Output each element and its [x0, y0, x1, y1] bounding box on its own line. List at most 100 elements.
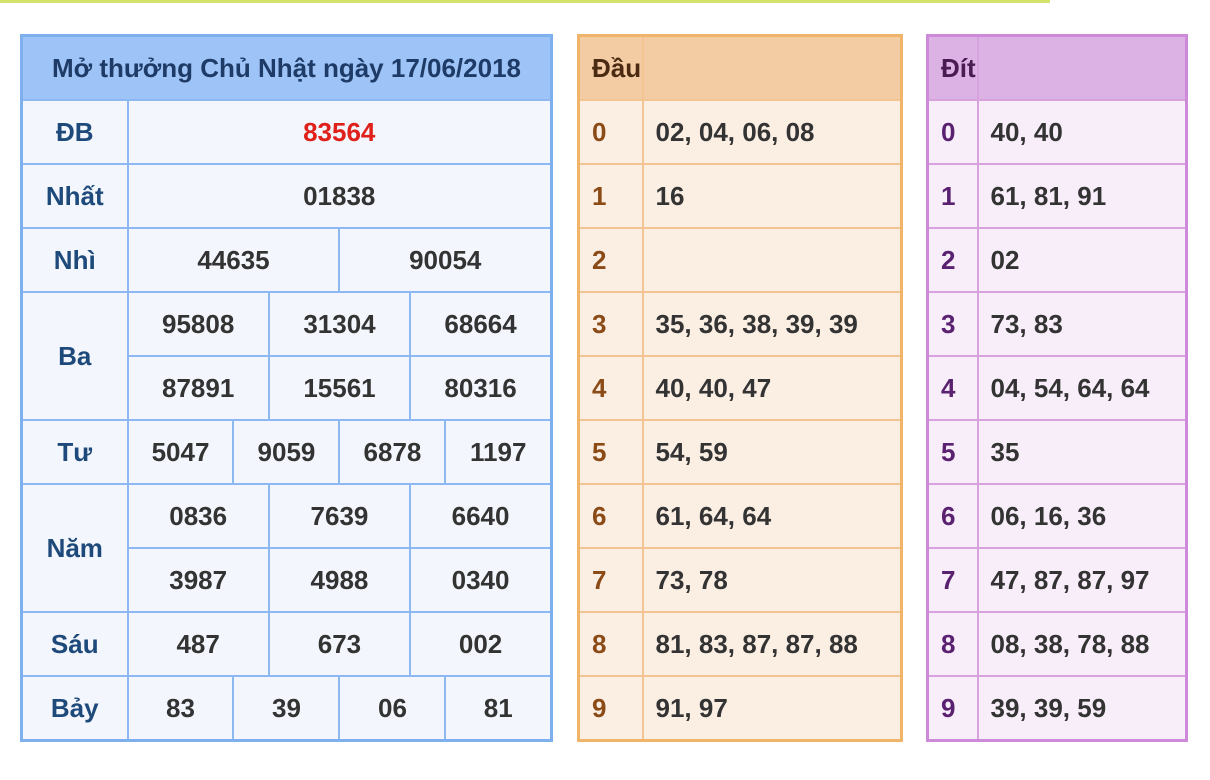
special-prize-value: 83564 [126, 99, 553, 165]
dit-value: 08, 38, 78, 88 [976, 611, 1188, 677]
dit-value: 47, 87, 87, 97 [976, 547, 1188, 613]
top-divider [0, 0, 1050, 3]
dau-value: 02, 04, 06, 08 [641, 99, 903, 165]
results-table: Mở thưởng Chủ Nhật ngày 17/06/2018 ĐB 83… [20, 34, 553, 742]
prize-row-db: ĐB 83564 [20, 99, 553, 165]
prize-value: 673 [267, 611, 412, 677]
table-row: 7 73, 78 [577, 547, 903, 613]
prize-value: 487 [126, 611, 270, 677]
prize-value: 01838 [126, 163, 553, 229]
dau-key: 0 [577, 99, 644, 165]
dau-value: 16 [641, 163, 903, 229]
dit-header-empty [976, 34, 1188, 101]
table-row: 9 91, 97 [577, 675, 903, 742]
results-header-row: Mở thưởng Chủ Nhật ngày 17/06/2018 [20, 34, 553, 101]
dau-key: 2 [577, 227, 644, 293]
prize-value: 81 [444, 675, 553, 742]
dau-key: 3 [577, 291, 644, 357]
table-row: 1 16 [577, 163, 903, 229]
prize-value: 80316 [409, 355, 553, 421]
table-row: 5 54, 59 [577, 419, 903, 485]
table-row: 6 06, 16, 36 [926, 483, 1188, 549]
prize-label-nhat: Nhất [20, 163, 129, 229]
prize-value: 95808 [126, 291, 270, 357]
prize-value: 15561 [267, 355, 412, 421]
prize-label-ba: Ba [20, 291, 129, 421]
prize-label-bay: Bảy [20, 675, 129, 742]
prize-value: 3987 [126, 547, 270, 613]
dit-key: 1 [926, 163, 979, 229]
table-row: 3 73, 83 [926, 291, 1188, 357]
prize-value: 0836 [126, 483, 270, 549]
dit-table: Đít 0 40, 40 1 61, 81, 91 2 02 3 73, 83 4 04,… [926, 34, 1188, 742]
prize-value: 6878 [338, 419, 447, 485]
table-row: 8 81, 83, 87, 87, 88 [577, 611, 903, 677]
dit-value: 35 [976, 419, 1188, 485]
dau-table: Đầu 0 02, 04, 06, 08 1 16 2 3 35, 36, 38, 3… [577, 34, 903, 742]
prize-row-bay: Bảy 83 39 06 81 [20, 675, 553, 742]
table-row: 7 47, 87, 87, 97 [926, 547, 1188, 613]
prize-label-tu: Tư [20, 419, 129, 485]
prize-row-sau: Sáu 487 673 002 [20, 611, 553, 677]
dit-value: 06, 16, 36 [976, 483, 1188, 549]
prize-value: 1197 [444, 419, 553, 485]
table-row: 6 61, 64, 64 [577, 483, 903, 549]
dau-key: 7 [577, 547, 644, 613]
dit-key: 5 [926, 419, 979, 485]
dau-header-empty [641, 34, 903, 101]
dit-value: 39, 39, 59 [976, 675, 1188, 742]
dit-key: 3 [926, 291, 979, 357]
dau-key: 9 [577, 675, 644, 742]
table-row: 5 35 [926, 419, 1188, 485]
table-row: 3 35, 36, 38, 39, 39 [577, 291, 903, 357]
prize-value: 87891 [126, 355, 270, 421]
prize-value: 90054 [338, 227, 553, 293]
dit-key: 6 [926, 483, 979, 549]
prize-value: 0340 [409, 547, 553, 613]
dau-header-row: Đầu [577, 34, 903, 101]
table-row: 0 02, 04, 06, 08 [577, 99, 903, 165]
dit-value: 61, 81, 91 [976, 163, 1188, 229]
prize-row-nhi: Nhì 44635 90054 [20, 227, 553, 293]
prize-value: 4988 [267, 547, 412, 613]
dit-key: 4 [926, 355, 979, 421]
prize-value: 44635 [126, 227, 341, 293]
table-row: 2 02 [926, 227, 1188, 293]
dit-value: 04, 54, 64, 64 [976, 355, 1188, 421]
dau-value: 61, 64, 64 [641, 483, 903, 549]
table-row: 4 04, 54, 64, 64 [926, 355, 1188, 421]
prize-label-nam: Năm [20, 483, 129, 613]
dit-key: 2 [926, 227, 979, 293]
prize-label-db: ĐB [20, 99, 129, 165]
dau-value: 73, 78 [641, 547, 903, 613]
dau-header: Đầu [577, 34, 644, 101]
prize-value: 5047 [126, 419, 235, 485]
dau-key: 6 [577, 483, 644, 549]
dit-value: 73, 83 [976, 291, 1188, 357]
dau-value: 81, 83, 87, 87, 88 [641, 611, 903, 677]
dau-key: 4 [577, 355, 644, 421]
dau-key: 5 [577, 419, 644, 485]
prize-value: 9059 [232, 419, 341, 485]
dit-key: 7 [926, 547, 979, 613]
dit-key: 0 [926, 99, 979, 165]
results-title: Mở thưởng Chủ Nhật ngày 17/06/2018 [20, 34, 553, 101]
dau-value: 91, 97 [641, 675, 903, 742]
prize-row-nhat: Nhất 01838 [20, 163, 553, 229]
prize-label-sau: Sáu [20, 611, 129, 677]
prize-row-nam: Năm 0836 7639 6640 [20, 483, 553, 613]
dau-key: 8 [577, 611, 644, 677]
dau-key: 1 [577, 163, 644, 229]
prize-value: 31304 [267, 291, 412, 357]
prize-value: 39 [232, 675, 341, 742]
prize-value: 002 [409, 611, 553, 677]
prize-value: 7639 [267, 483, 412, 549]
table-row: 4 40, 40, 47 [577, 355, 903, 421]
dit-value: 40, 40 [976, 99, 1188, 165]
prize-value: 83 [126, 675, 235, 742]
dit-header-row: Đít [926, 34, 1188, 101]
table-row: 2 [577, 227, 903, 293]
table-row: 9 39, 39, 59 [926, 675, 1188, 742]
dau-value [641, 227, 903, 293]
dit-value: 02 [976, 227, 1188, 293]
